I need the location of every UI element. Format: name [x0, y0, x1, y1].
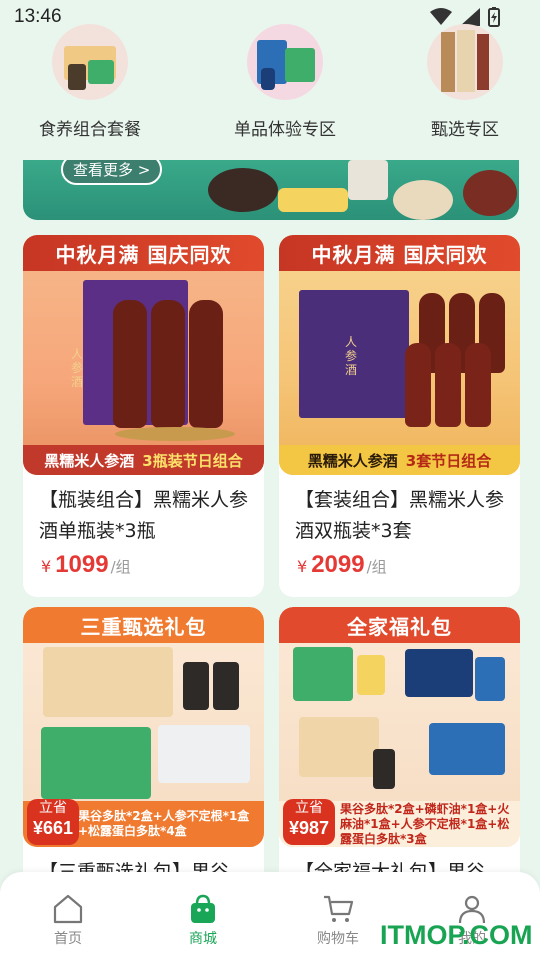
- promo-banner[interactable]: 查看更多 >: [23, 160, 519, 220]
- category-combo-package[interactable]: 食养组合套餐: [15, 24, 165, 140]
- category-select[interactable]: 甄选专区: [390, 24, 540, 140]
- bottle-label: 人参酒: [345, 335, 358, 377]
- price-value: 2099: [311, 551, 365, 578]
- strip-right-text: 3瓶装节日组合: [142, 451, 243, 470]
- strip-left-text: 黑糯米人参酒: [44, 451, 135, 470]
- category-label: 单品体验专区: [234, 120, 336, 140]
- savings-label: 立省: [39, 800, 67, 816]
- product-strip: 黑糯米人参酒 3套节日组合: [279, 445, 520, 475]
- product-price: ¥ 2099 /组: [279, 547, 520, 579]
- tab-label: 首页: [54, 931, 82, 947]
- tab-label: 商城: [189, 931, 217, 947]
- price-unit: /组: [366, 558, 387, 576]
- product-title: 【瓶装组合】黑糯米人参酒单瓶装*3瓶: [39, 489, 249, 542]
- product-card[interactable]: 中秋月满 国庆同欢 人参酒 黑糯米人参酒 3套节日组合 【套装组合】黑糯米人参酒…: [279, 235, 520, 597]
- tab-cart[interactable]: 购物车: [298, 894, 378, 948]
- bundle-detail: 果谷多肽*2盒+人参不定根*1盒+松露蛋白多肽*4盒: [78, 809, 250, 838]
- cart-icon: [324, 895, 354, 922]
- product-card[interactable]: 中秋月满 国庆同欢 人参酒 黑糯米人参酒 3瓶装节日组合 【瓶装组合】黑糯米人参…: [23, 235, 264, 597]
- bundle-detail: 果谷多肽*2盒+磷虾油*1盒+火麻油*1盒+人参不定根*1盒+松露蛋白多肽*3盒: [340, 801, 510, 846]
- savings-amount: ¥661: [32, 818, 74, 838]
- price-unit: /组: [110, 558, 131, 576]
- category-single-trial[interactable]: 单品体验专区: [210, 24, 360, 140]
- product-card[interactable]: 全家福礼包 果谷多肽*2盒+磷虾油*1盒+火麻油*1盒+人参不定根*1盒+松露蛋…: [279, 607, 520, 887]
- tab-home[interactable]: 首页: [28, 894, 108, 948]
- product-image: 三重甄选礼包 果谷多肽*2盒+人参不定根*1盒+松露蛋白多肽*4盒 立省 ¥66…: [23, 607, 264, 847]
- product-title: 【套装组合】黑糯米人参酒双瓶装*3套: [295, 489, 505, 542]
- category-combo-image: [52, 24, 128, 100]
- product-image: 中秋月满 国庆同欢 人参酒 黑糯米人参酒 3瓶装节日组合: [23, 235, 264, 475]
- price-value: 1099: [55, 551, 109, 578]
- product-strip: 黑糯米人参酒 3瓶装节日组合: [23, 445, 264, 475]
- currency-symbol: ¥: [41, 557, 52, 576]
- product-card[interactable]: 三重甄选礼包 果谷多肽*2盒+人参不定根*1盒+松露蛋白多肽*4盒 立省 ¥66…: [23, 607, 264, 887]
- savings-badge: 立省 ¥661: [27, 799, 79, 845]
- promo-ribbon: 三重甄选礼包: [23, 607, 264, 643]
- bottle-label: 人参酒: [71, 347, 84, 389]
- promo-ribbon: 全家福礼包: [279, 607, 520, 643]
- strip-left-text: 黑糯米人参酒: [307, 451, 398, 470]
- watermark: ITMOP.COM: [380, 920, 533, 950]
- product-image: 中秋月满 国庆同欢 人参酒 黑糯米人参酒 3套节日组合: [279, 235, 520, 475]
- savings-label: 立省: [295, 800, 323, 816]
- tab-mall[interactable]: 商城: [163, 894, 243, 948]
- home-icon: [53, 894, 83, 924]
- product-image: 全家福礼包 果谷多肽*2盒+磷虾油*1盒+火麻油*1盒+人参不定根*1盒+松露蛋…: [279, 607, 520, 847]
- category-select-image: [427, 24, 503, 100]
- shopping-bag-icon: [191, 894, 215, 923]
- product-price: ¥ 1099 /组: [23, 547, 264, 579]
- tab-label: 购物车: [317, 931, 359, 947]
- savings-badge: 立省 ¥987: [283, 799, 335, 845]
- savings-amount: ¥987: [288, 818, 330, 838]
- promo-ribbon: 中秋月满 国庆同欢: [279, 235, 520, 271]
- category-row: 食养组合套餐 单品体验专区 甄选专区: [0, 24, 540, 146]
- strip-right-text: 3套节日组合: [405, 451, 492, 470]
- category-single-image: [247, 24, 323, 100]
- view-more-button[interactable]: 查看更多 >: [61, 160, 163, 185]
- currency-symbol: ¥: [297, 557, 308, 576]
- promo-ribbon: 中秋月满 国庆同欢: [23, 235, 264, 271]
- category-label: 甄选专区: [431, 120, 499, 140]
- category-label: 食养组合套餐: [39, 120, 141, 140]
